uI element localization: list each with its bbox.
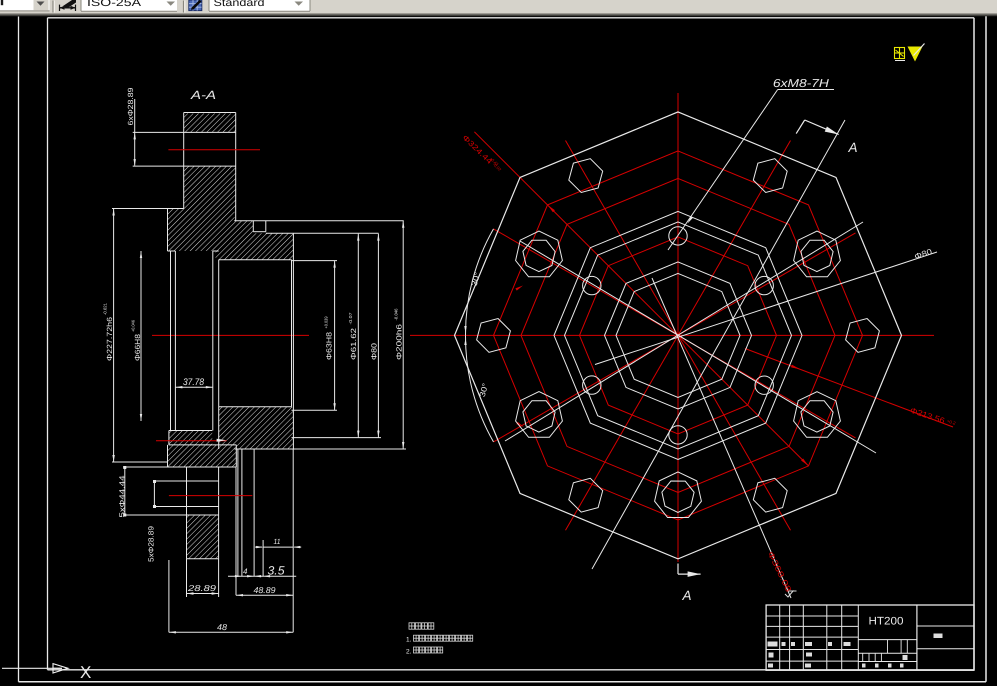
svg-text:Φ61.62: Φ61.62 [349, 328, 358, 360]
svg-text:48.89: 48.89 [254, 585, 276, 595]
svg-text:Φ80: Φ80 [370, 343, 379, 360]
svg-text:+0.046: +0.046 [131, 319, 136, 332]
svg-text:5xΦ44.44: 5xΦ44.44 [118, 476, 127, 518]
svg-text:11: 11 [274, 537, 281, 546]
svg-text:Φ66H8: Φ66H8 [133, 334, 142, 361]
svg-text:1.: 1. [406, 637, 412, 644]
svg-text:5xΦ28.89: 5xΦ28.89 [147, 526, 156, 562]
svg-text:A: A [682, 588, 692, 603]
svg-text:48: 48 [217, 622, 227, 632]
svg-text:-0.021: -0.021 [103, 302, 108, 315]
svg-text:-0.07: -0.07 [348, 312, 353, 325]
svg-text:Φ200h6: Φ200h6 [395, 324, 404, 360]
svg-text:6xΦ28.89: 6xΦ28.89 [126, 88, 135, 126]
svg-text:-0.046: -0.046 [394, 308, 399, 321]
svg-text:28.89: 28.89 [187, 583, 217, 593]
svg-text:Φ63H8: Φ63H8 [325, 332, 334, 360]
svg-text:37.78: 37.78 [183, 377, 205, 388]
svg-text:ISO-25A: ISO-25A [87, 0, 141, 9]
svg-text:Standard: Standard [214, 0, 265, 9]
svg-text:2.: 2. [406, 648, 412, 655]
svg-text:3.5: 3.5 [268, 564, 285, 578]
svg-text:X: X [80, 663, 91, 682]
svg-text:4: 4 [243, 567, 248, 576]
svg-text:A-A: A-A [190, 88, 216, 102]
svg-text:6xM8-7H: 6xM8-7H [773, 78, 830, 90]
svg-text:HT200: HT200 [869, 616, 904, 628]
svg-text:+0.039: +0.039 [324, 316, 329, 329]
svg-text:A: A [848, 140, 858, 155]
svg-text:Φ227.72h6: Φ227.72h6 [105, 317, 114, 361]
